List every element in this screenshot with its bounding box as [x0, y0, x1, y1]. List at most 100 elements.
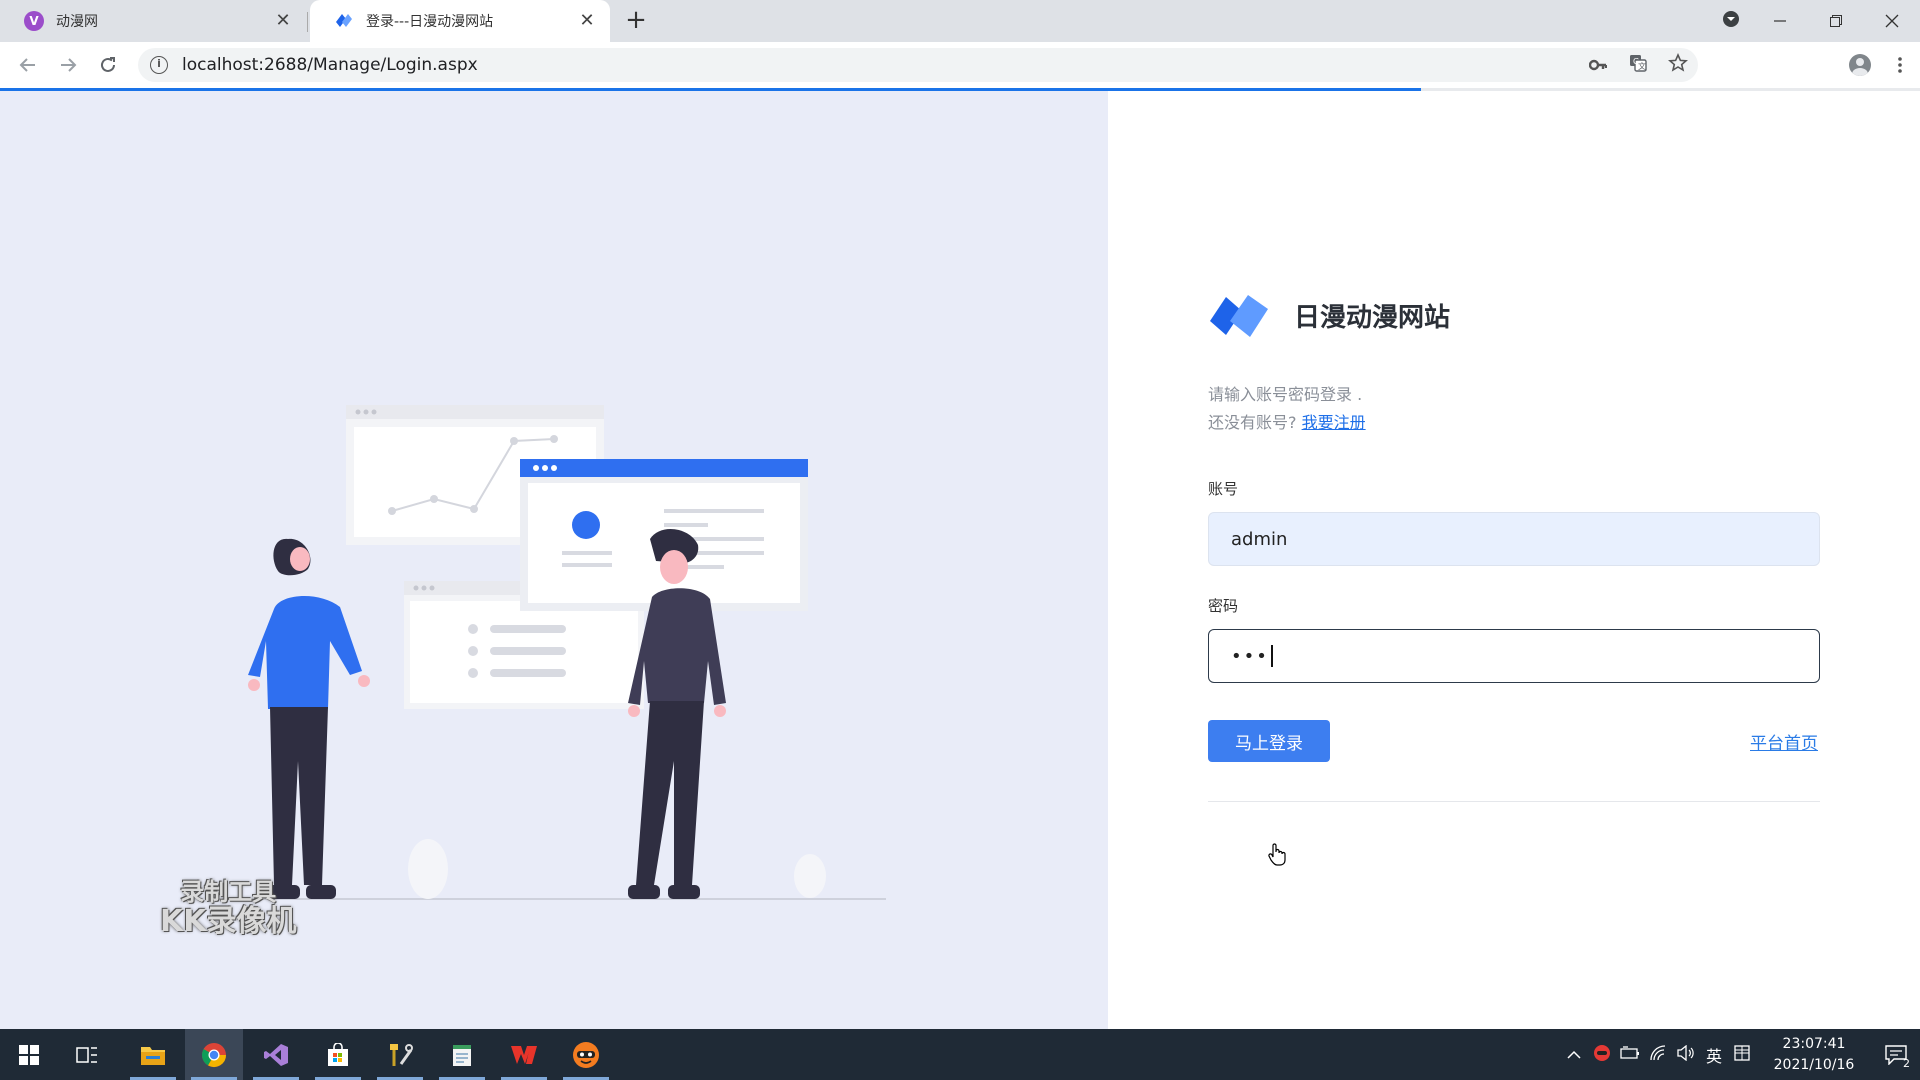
- ime-mode-button[interactable]: [1728, 1044, 1756, 1065]
- tab-search-button[interactable]: [1710, 9, 1752, 33]
- key-icon[interactable]: [1578, 56, 1618, 75]
- illustration-panel: 录制工具 KK录像机: [0, 91, 1108, 1029]
- windows-taskbar: 英 23:07:41 2021/10/16 2: [0, 1029, 1920, 1080]
- bookmark-star-icon[interactable]: [1658, 53, 1698, 77]
- brand-logo-icon: [336, 14, 352, 27]
- taskbar-wps[interactable]: [495, 1029, 553, 1080]
- v-logo-icon: V: [24, 11, 44, 31]
- password-value: •••: [1231, 645, 1269, 667]
- site-name: 日漫动漫网站: [1294, 302, 1451, 333]
- back-button[interactable]: [14, 51, 42, 79]
- page-viewport: 录制工具 KK录像机 日漫动漫网站 请输入账号密码登录 . 还没有账号? 我要注…: [0, 91, 1920, 1029]
- taskbar-recorder[interactable]: [557, 1029, 615, 1080]
- chevron-down-icon: [1723, 11, 1739, 27]
- close-icon[interactable]: ✕: [578, 12, 596, 30]
- taskbar-visual-studio[interactable]: [247, 1029, 305, 1080]
- restore-icon: [1830, 15, 1842, 27]
- clock[interactable]: 23:07:41 2021/10/16: [1764, 1034, 1864, 1076]
- battery-button[interactable]: [1616, 1045, 1644, 1064]
- omnibox-actions: G文: [1578, 48, 1698, 82]
- info-icon[interactable]: i: [150, 56, 168, 74]
- tab-separator: [307, 12, 308, 32]
- start-icon: [19, 1044, 39, 1065]
- arrow-right-icon: [61, 58, 77, 72]
- antivirus-icon: [1594, 1044, 1610, 1061]
- system-tray: 英 23:07:41 2021/10/16 2: [1560, 1029, 1920, 1080]
- ime-language-button[interactable]: 英: [1700, 1043, 1728, 1067]
- no-account-text: 还没有账号?: [1208, 413, 1297, 432]
- wifi-icon: [1650, 1044, 1666, 1060]
- task-view-icon: [76, 1046, 97, 1063]
- forward-button[interactable]: [54, 51, 82, 79]
- network-button[interactable]: [1644, 1044, 1672, 1065]
- intro-text: 请输入账号密码登录 .: [1208, 385, 1363, 404]
- taskbar-notepad[interactable]: [433, 1029, 491, 1080]
- tab-title: 动漫网: [56, 14, 98, 30]
- close-window-button[interactable]: [1864, 0, 1920, 42]
- browser-tab-strip: V 动漫网 ✕ 登录---日漫动漫网站 ✕ +: [0, 0, 1920, 42]
- login-panel: 日漫动漫网站 请输入账号密码登录 . 还没有账号? 我要注册 账号 admin …: [1108, 91, 1920, 1029]
- reload-button[interactable]: [94, 51, 122, 79]
- password-input[interactable]: •••: [1208, 629, 1820, 683]
- file-explorer-icon: [141, 1046, 165, 1065]
- chevron-up-icon: [1567, 1050, 1581, 1059]
- show-hidden-icons-button[interactable]: [1560, 1045, 1588, 1064]
- close-icon: [1885, 14, 1899, 28]
- clock-time: 23:07:41: [1782, 1035, 1846, 1052]
- taskbar-chrome[interactable]: [185, 1029, 243, 1080]
- minimize-icon: [1774, 20, 1786, 22]
- svg-text:文: 文: [1638, 61, 1646, 71]
- account-input[interactable]: admin: [1208, 512, 1820, 566]
- chrome-icon: [201, 1042, 226, 1067]
- taskbar-tools[interactable]: [371, 1029, 429, 1080]
- tray-app-button[interactable]: [1588, 1044, 1616, 1066]
- brand-header: 日漫动漫网站: [1208, 289, 1450, 341]
- taskbar-file-explorer[interactable]: [124, 1029, 182, 1080]
- text-caret: [1270, 645, 1273, 667]
- account-value: admin: [1231, 528, 1288, 550]
- url-text[interactable]: localhost:2688/Manage/Login.aspx: [182, 55, 478, 75]
- new-tab-button[interactable]: +: [622, 7, 650, 35]
- people-with-dashboard-illustration: [222, 405, 886, 900]
- ime-grid-icon: [1734, 1044, 1750, 1061]
- tools-icon: [390, 1043, 413, 1066]
- browser-toolbar: i localhost:2688/Manage/Login.aspx G文: [0, 42, 1920, 88]
- form-divider: [1208, 801, 1820, 802]
- battery-icon: [1620, 1046, 1639, 1059]
- notepad-icon: [453, 1044, 471, 1066]
- action-center-button[interactable]: 2: [1872, 1029, 1920, 1080]
- watermark-line: 录制工具: [180, 878, 277, 906]
- brand-logo-icon: [1210, 295, 1268, 337]
- menu-button[interactable]: [1880, 51, 1920, 79]
- account-label: 账号: [1208, 480, 1239, 498]
- volume-button[interactable]: [1672, 1044, 1700, 1065]
- translate-icon[interactable]: G文: [1618, 54, 1658, 76]
- start-button[interactable]: [0, 1029, 58, 1080]
- tab-anime-site[interactable]: V 动漫网 ✕: [0, 0, 306, 42]
- address-bar[interactable]: i localhost:2688/Manage/Login.aspx G文: [138, 48, 1698, 82]
- minimize-button[interactable]: [1752, 0, 1808, 42]
- close-icon[interactable]: ✕: [274, 12, 292, 30]
- login-button[interactable]: 马上登录: [1208, 720, 1330, 762]
- task-view-button[interactable]: [58, 1029, 116, 1080]
- register-prompt: 还没有账号? 我要注册: [1208, 409, 1366, 437]
- taskbar-store[interactable]: [309, 1029, 367, 1080]
- register-link[interactable]: 我要注册: [1302, 413, 1366, 432]
- visual-studio-icon: [264, 1043, 288, 1066]
- store-icon: [328, 1042, 348, 1066]
- reload-icon: [101, 57, 115, 72]
- tab-login[interactable]: 登录---日漫动漫网站 ✕: [310, 0, 610, 42]
- recorder-watermark: 录制工具 KK录像机: [160, 878, 297, 940]
- clock-date: 2021/10/16: [1773, 1056, 1855, 1073]
- arrow-left-icon: [19, 58, 35, 72]
- speaker-icon: [1677, 1044, 1694, 1061]
- avatar-icon: [1849, 54, 1871, 76]
- watermark-line: KK录像机: [160, 904, 297, 940]
- password-label: 密码: [1208, 597, 1239, 615]
- notification-count: 2: [1903, 1057, 1910, 1070]
- tab-title: 登录---日漫动漫网站: [366, 14, 494, 30]
- profile-button[interactable]: [1840, 51, 1880, 79]
- recorder-icon: [573, 1041, 599, 1068]
- home-link[interactable]: 平台首页: [1750, 729, 1818, 754]
- restore-button[interactable]: [1808, 0, 1864, 42]
